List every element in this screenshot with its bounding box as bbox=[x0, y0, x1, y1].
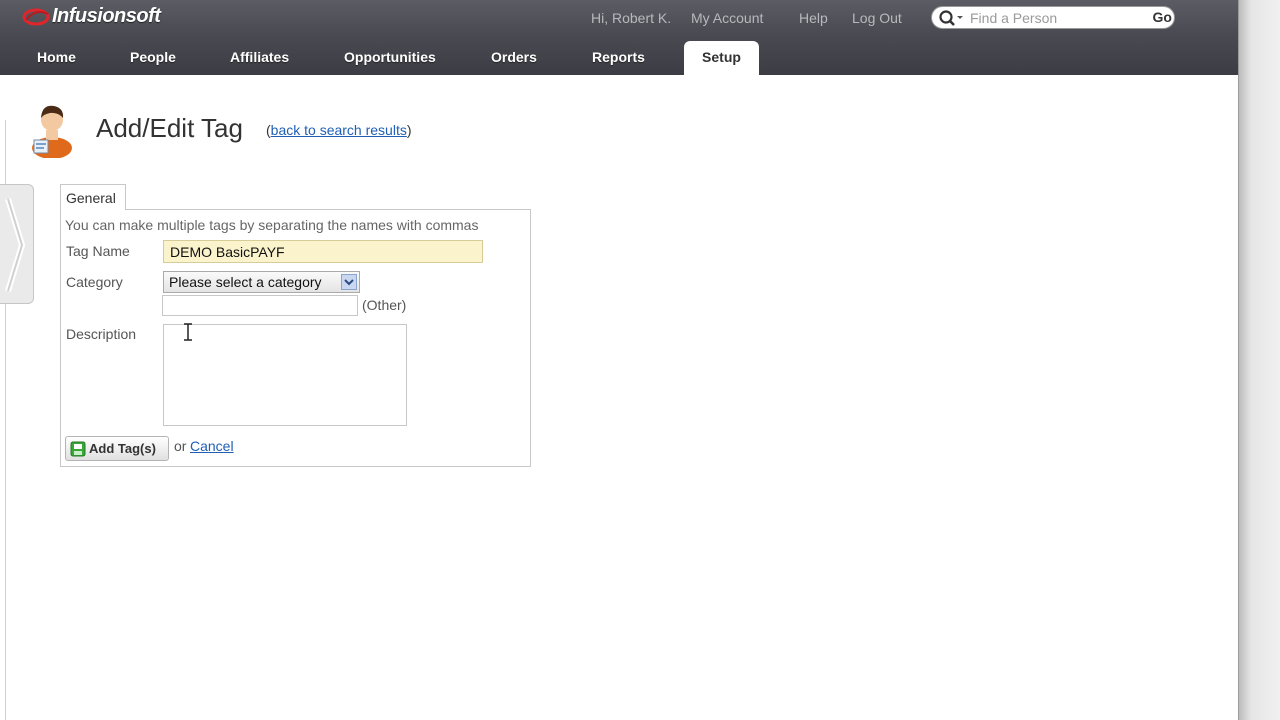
page-title: Add/Edit Tag bbox=[96, 113, 243, 143]
text-cursor-icon bbox=[184, 323, 192, 341]
tab-people[interactable]: People bbox=[130, 41, 176, 75]
back-to-search-results-link[interactable]: back to search results bbox=[271, 122, 407, 138]
description-textarea[interactable] bbox=[163, 324, 407, 426]
or-text: or bbox=[174, 438, 187, 454]
tab-general[interactable]: General bbox=[60, 184, 126, 210]
cancel-link[interactable]: Cancel bbox=[190, 438, 234, 454]
category-label: Category bbox=[66, 274, 123, 290]
top-header: Infusionsoft Hi, Robert K. My Account He… bbox=[0, 0, 1238, 75]
tab-opportunities[interactable]: Opportunities bbox=[344, 41, 436, 75]
person-search: Go bbox=[931, 6, 1175, 29]
logo-swoosh-icon bbox=[22, 8, 50, 26]
tab-affiliates[interactable]: Affiliates bbox=[230, 41, 289, 75]
help-link[interactable]: Help bbox=[799, 10, 828, 26]
back-link-wrapper: (back to search results) bbox=[266, 122, 412, 138]
tab-orders[interactable]: Orders bbox=[491, 41, 537, 75]
add-tags-button[interactable]: Add Tag(s) bbox=[65, 436, 169, 461]
search-icon[interactable] bbox=[938, 9, 964, 27]
log-out-link[interactable]: Log Out bbox=[852, 10, 902, 26]
search-input[interactable] bbox=[970, 9, 1140, 27]
tag-name-label: Tag Name bbox=[66, 243, 130, 259]
tab-home[interactable]: Home bbox=[37, 41, 76, 75]
description-label: Description bbox=[66, 326, 137, 342]
chevron-right-icon bbox=[5, 198, 26, 292]
add-tags-label: Add Tag(s) bbox=[89, 441, 156, 456]
infusionsoft-logo[interactable]: Infusionsoft bbox=[22, 4, 161, 28]
logo-text: Infusionsoft bbox=[52, 4, 161, 27]
sidebar-toggle-handle[interactable] bbox=[0, 184, 34, 304]
category-select-value: Please select a category bbox=[169, 274, 322, 290]
save-icon bbox=[70, 441, 86, 456]
main-nav: Home People Affiliates Opportunities Ord… bbox=[0, 41, 1238, 75]
tab-setup[interactable]: Setup bbox=[684, 41, 759, 75]
other-category-label: (Other) bbox=[362, 297, 407, 313]
tag-name-input[interactable] bbox=[163, 240, 483, 263]
search-go-button[interactable]: Go bbox=[1153, 9, 1172, 25]
user-greeting: Hi, Robert K. bbox=[591, 10, 672, 26]
tab-reports[interactable]: Reports bbox=[592, 41, 645, 75]
person-avatar-icon bbox=[32, 105, 72, 158]
back-link-close-paren: ) bbox=[406, 122, 412, 138]
category-select[interactable]: Please select a category bbox=[163, 271, 360, 293]
other-category-input[interactable] bbox=[162, 295, 358, 316]
scroll-gutter bbox=[1238, 0, 1280, 720]
form-hint: You can make multiple tags by separating… bbox=[65, 217, 479, 233]
chevron-down-icon[interactable] bbox=[341, 274, 357, 290]
my-account-link[interactable]: My Account bbox=[691, 10, 763, 26]
